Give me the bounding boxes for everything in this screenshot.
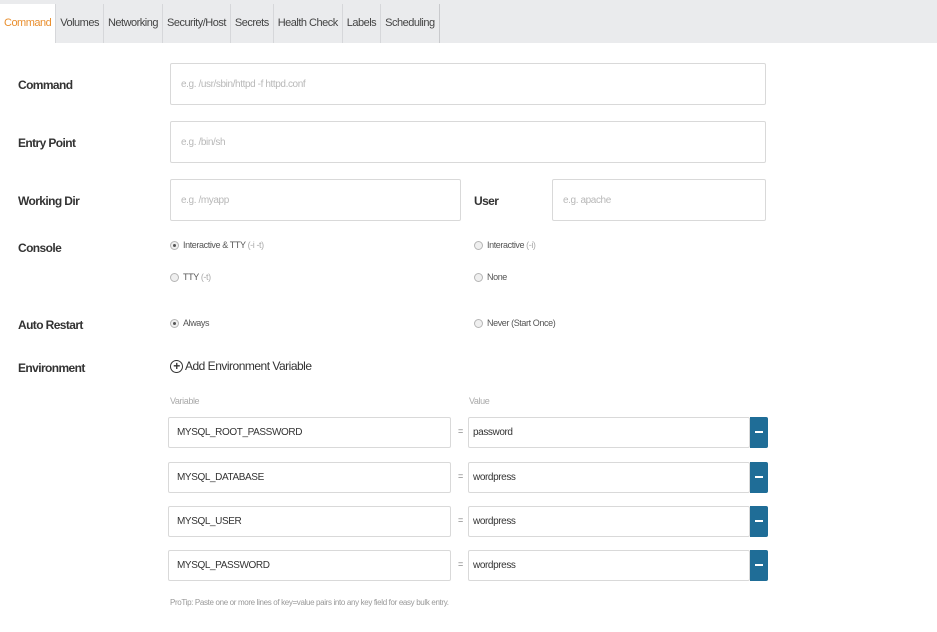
variable-column-header: Variable bbox=[170, 396, 200, 406]
env-value-input[interactable] bbox=[468, 417, 750, 448]
env-row: = bbox=[168, 417, 768, 448]
add-env-label: Add Environment Variable bbox=[185, 359, 312, 373]
env-value-input[interactable] bbox=[468, 506, 750, 537]
protip-text: ProTip: Paste one or more lines of key=v… bbox=[170, 598, 449, 607]
restart-option-always[interactable]: Always bbox=[170, 318, 210, 328]
remove-env-button[interactable] bbox=[750, 417, 768, 448]
option-label: None bbox=[487, 272, 507, 282]
tab-secrets[interactable]: Secrets bbox=[230, 4, 274, 43]
equals-sign: = bbox=[458, 559, 464, 569]
tab-bar: Command Volumes Networking Security/Host… bbox=[0, 0, 937, 43]
entry-point-input[interactable] bbox=[170, 121, 766, 163]
option-label: Interactive & TTY bbox=[183, 240, 246, 250]
user-label: User bbox=[474, 194, 499, 208]
env-key-input[interactable] bbox=[168, 506, 451, 537]
console-label: Console bbox=[18, 241, 62, 255]
env-value-input[interactable] bbox=[468, 550, 750, 581]
tab-labels[interactable]: Labels bbox=[342, 4, 382, 43]
environment-label: Environment bbox=[18, 361, 85, 375]
radio-icon bbox=[474, 240, 483, 250]
tab-list: Command Volumes Networking Security/Host… bbox=[0, 4, 440, 43]
remove-env-button[interactable] bbox=[750, 462, 768, 493]
plus-circle-icon: + bbox=[170, 359, 183, 373]
tab-security-host[interactable]: Security/Host bbox=[162, 4, 231, 43]
remove-env-button[interactable] bbox=[750, 550, 768, 581]
env-value-input[interactable] bbox=[468, 462, 750, 493]
command-input[interactable] bbox=[170, 63, 766, 105]
equals-sign: = bbox=[458, 471, 464, 481]
env-key-input[interactable] bbox=[168, 550, 451, 581]
env-row: = bbox=[168, 506, 768, 537]
equals-sign: = bbox=[458, 515, 464, 525]
tab-command[interactable]: Command bbox=[0, 4, 57, 43]
radio-icon bbox=[170, 272, 179, 282]
radio-selected-icon bbox=[170, 318, 179, 328]
env-row: = bbox=[168, 462, 768, 493]
env-key-input[interactable] bbox=[168, 417, 451, 448]
radio-selected-icon bbox=[170, 240, 179, 250]
user-input[interactable] bbox=[552, 179, 766, 221]
tab-networking[interactable]: Networking bbox=[103, 4, 163, 43]
console-option-tty[interactable]: TTY (-t) bbox=[170, 272, 211, 282]
value-column-header: Value bbox=[469, 396, 490, 406]
option-hint: (-i) bbox=[526, 240, 536, 250]
env-key-input[interactable] bbox=[168, 462, 451, 493]
command-label: Command bbox=[18, 78, 73, 92]
working-dir-label: Working Dir bbox=[18, 194, 80, 208]
auto-restart-label: Auto Restart bbox=[18, 318, 83, 332]
tab-scheduling[interactable]: Scheduling bbox=[381, 4, 440, 43]
working-dir-input[interactable] bbox=[170, 179, 461, 221]
radio-icon bbox=[474, 318, 483, 328]
equals-sign: = bbox=[458, 426, 464, 436]
option-label: Always bbox=[183, 318, 210, 328]
add-environment-variable-button[interactable]: + Add Environment Variable bbox=[170, 359, 312, 373]
option-hint: (-t) bbox=[200, 272, 211, 282]
option-label: Interactive bbox=[487, 240, 525, 250]
tab-health-check[interactable]: Health Check bbox=[273, 4, 343, 43]
env-row: = bbox=[168, 550, 768, 581]
option-hint: (-i -t) bbox=[247, 240, 265, 250]
radio-icon bbox=[474, 272, 483, 282]
option-label: Never (Start Once) bbox=[487, 318, 556, 328]
remove-env-button[interactable] bbox=[750, 506, 768, 537]
console-option-interactive-tty[interactable]: Interactive & TTY (-i -t) bbox=[170, 240, 264, 250]
console-option-interactive[interactable]: Interactive (-i) bbox=[474, 240, 536, 250]
entry-point-label: Entry Point bbox=[18, 136, 76, 150]
restart-option-never[interactable]: Never (Start Once) bbox=[474, 318, 556, 328]
option-label: TTY bbox=[183, 272, 199, 282]
tab-volumes[interactable]: Volumes bbox=[56, 4, 104, 43]
console-option-none[interactable]: None bbox=[474, 272, 507, 282]
